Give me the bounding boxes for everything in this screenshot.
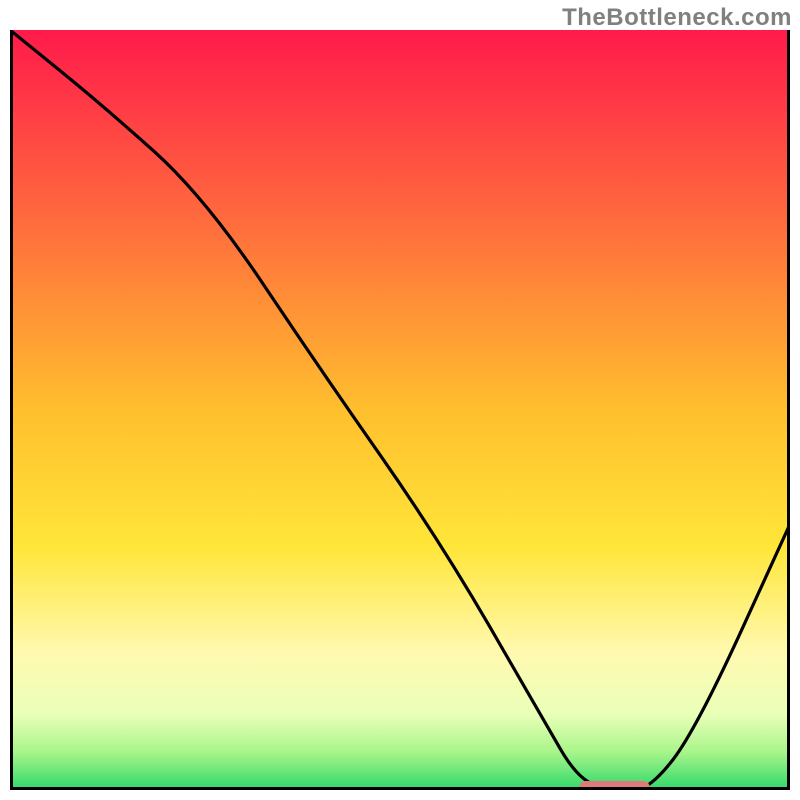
chart-svg — [10, 30, 790, 790]
chart-frame: TheBottleneck.com — [0, 0, 800, 800]
plot-area — [10, 30, 790, 790]
gradient-background — [10, 30, 790, 790]
attribution-label: TheBottleneck.com — [562, 4, 792, 32]
